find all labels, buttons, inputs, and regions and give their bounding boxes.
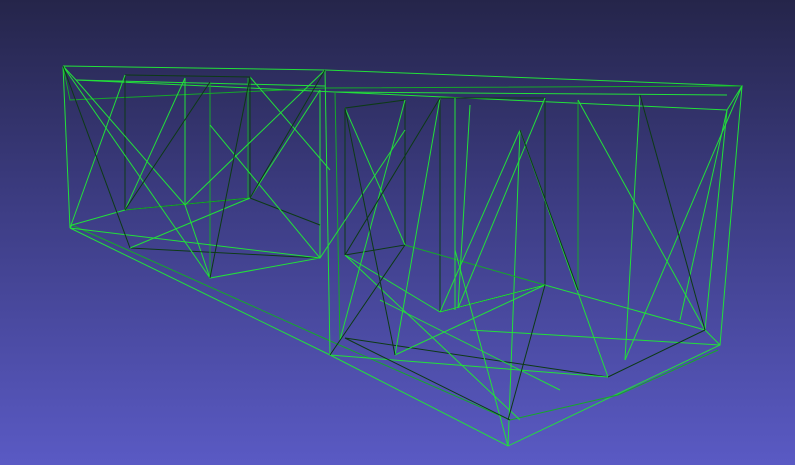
3d-viewport[interactable] bbox=[0, 0, 795, 465]
wireframe-mesh bbox=[62, 65, 743, 447]
outer-box-bottom bbox=[69, 224, 721, 447]
triangulation-dark bbox=[62, 65, 706, 421]
outer-box-top bbox=[62, 65, 743, 111]
triangulation-bright bbox=[62, 65, 743, 447]
